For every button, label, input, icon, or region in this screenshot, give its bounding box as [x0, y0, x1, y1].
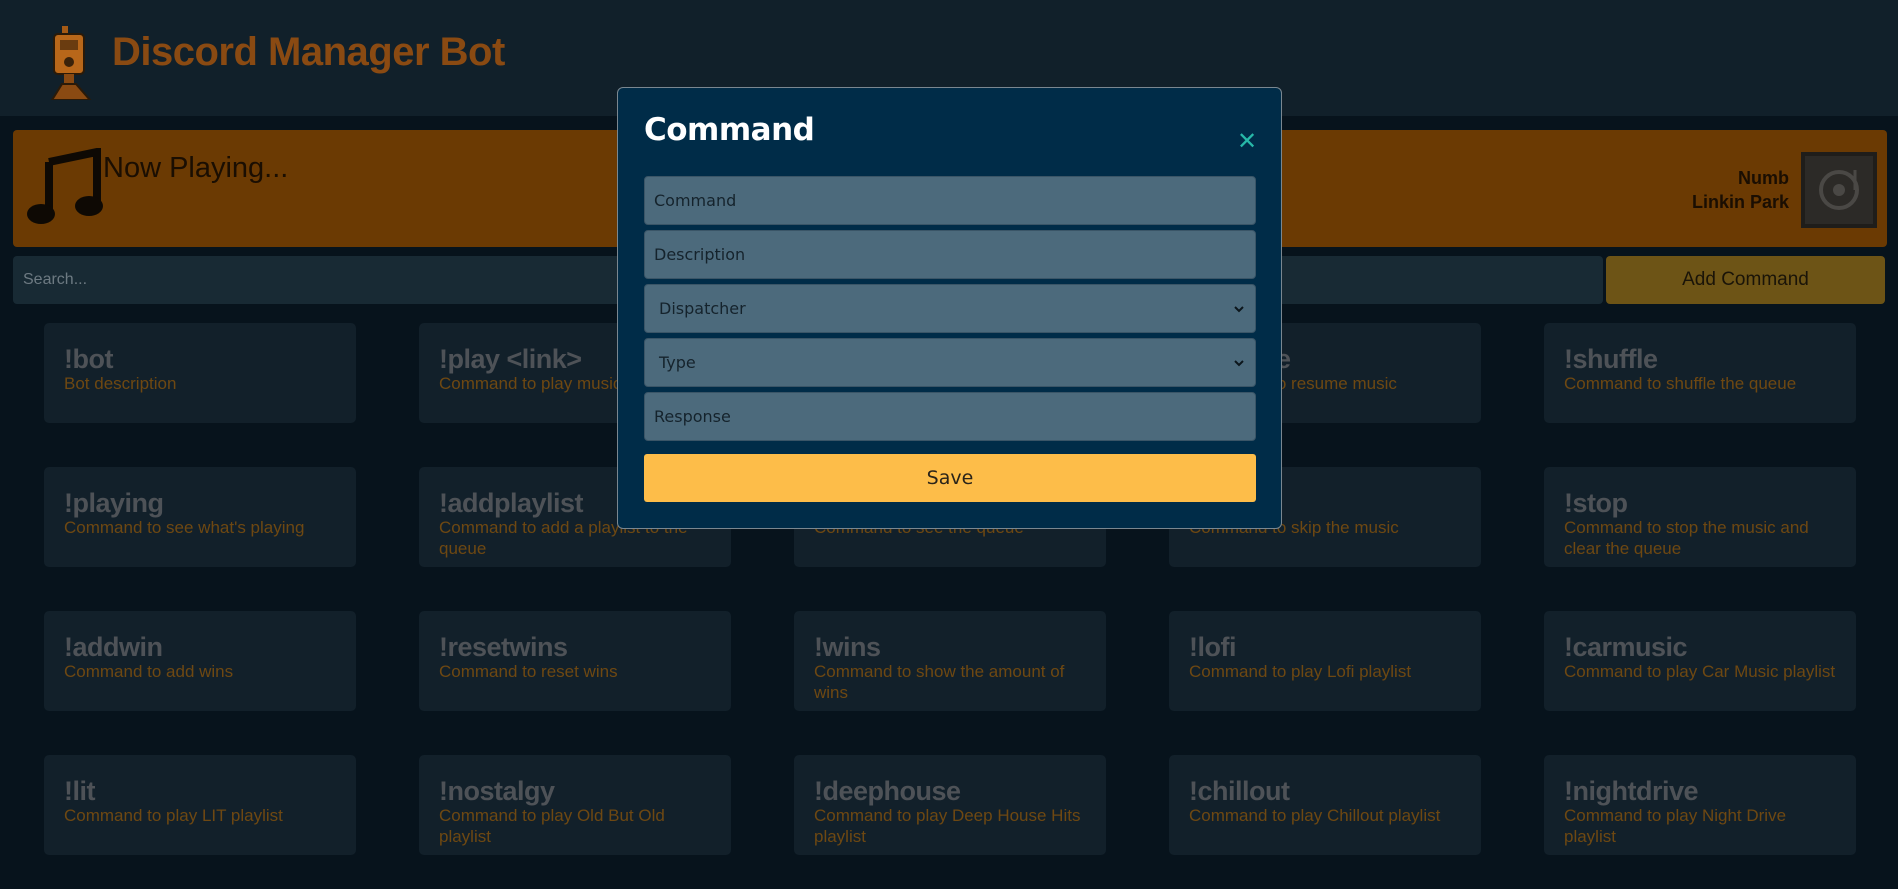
description-input[interactable] — [644, 230, 1256, 279]
close-icon[interactable]: ✕ — [1236, 129, 1258, 153]
command-name: !addwin — [64, 632, 163, 662]
command-card[interactable]: !stop Command to stop the music and clear… — [1544, 467, 1856, 567]
command-name: !nightdrive — [1564, 776, 1699, 806]
command-modal: Command ✕ Dispatcher Type Save — [617, 87, 1282, 529]
command-name: !lofi — [1189, 632, 1236, 662]
type-select[interactable]: Type — [644, 338, 1256, 387]
command-name: !lit — [64, 776, 96, 806]
command-name: !deephouse — [814, 776, 961, 806]
dispatcher-select[interactable]: Dispatcher — [644, 284, 1256, 333]
command-description: Command to add wins — [64, 662, 234, 681]
command-name: !stop — [1564, 488, 1628, 518]
track-title: Numb — [1738, 168, 1789, 188]
now-playing-label: Now Playing... — [103, 152, 289, 184]
command-card[interactable]: !playing Command to see what's playing — [44, 467, 356, 567]
chevron-down-icon — [1234, 306, 1244, 313]
dispatcher-select-value: Dispatcher — [659, 299, 746, 318]
command-description: Bot description — [64, 374, 177, 393]
command-description: Command to play LIT playlist — [64, 806, 283, 825]
app-title: Discord Manager Bot — [112, 30, 505, 74]
type-select-value: Type — [659, 353, 696, 372]
command-card[interactable]: !bot Bot description — [44, 323, 356, 423]
bot-logo-icon — [50, 26, 92, 100]
command-description: Command to play Chillout playlist — [1189, 806, 1441, 825]
command-description: Command to reset wins — [439, 662, 618, 681]
command-card[interactable]: !resetwins Command to reset wins — [419, 611, 731, 711]
command-name: !wins — [814, 632, 881, 662]
command-description: Command to play Old But Old playlist — [439, 806, 665, 846]
command-description: Command to stop the music and clear the … — [1564, 518, 1809, 558]
command-description: Command to play Car Music playlist — [1564, 662, 1836, 681]
command-description: Command to play Night Drive playlist — [1564, 806, 1787, 846]
command-card[interactable]: !nightdrive Command to play Night Drive p… — [1544, 755, 1856, 855]
command-card[interactable]: !deephouse Command to play Deep House Hit… — [794, 755, 1106, 855]
command-card[interactable]: !addwin Command to add wins — [44, 611, 356, 711]
command-name: !nostalgy — [439, 776, 555, 806]
command-card[interactable]: !carmusic Command to play Car Music playl… — [1544, 611, 1856, 711]
command-name: !chillout — [1189, 776, 1290, 806]
command-card[interactable]: !nostalgy Command to play Old But Old pla… — [419, 755, 731, 855]
command-input[interactable] — [644, 176, 1256, 225]
add-command-button[interactable]: Add Command — [1606, 256, 1885, 304]
track-info: Numb Linkin Park — [1692, 166, 1789, 214]
command-description: Command to shuffle the queue — [1564, 374, 1797, 393]
command-description: Command to show the amount of wins — [814, 662, 1065, 702]
command-card[interactable]: !shuffle Command to shuffle the queue — [1544, 323, 1856, 423]
vinyl-icon — [1819, 170, 1859, 210]
command-card[interactable]: !wins Command to show the amount of wins — [794, 611, 1106, 711]
command-card[interactable]: !chillout Command to play Chillout playli… — [1169, 755, 1481, 855]
save-button[interactable]: Save — [644, 454, 1256, 502]
music-note-icon — [27, 148, 103, 224]
command-card[interactable]: !lofi Command to play Lofi playlist — [1169, 611, 1481, 711]
command-description: Command to play Lofi playlist — [1189, 662, 1412, 681]
command-description: Command to play Deep House Hits playlist — [814, 806, 1081, 846]
command-name: !bot — [64, 344, 113, 374]
command-name: !resetwins — [439, 632, 568, 662]
command-card[interactable]: !lit Command to play LIT playlist — [44, 755, 356, 855]
album-art — [1801, 152, 1877, 228]
response-input[interactable] — [644, 392, 1256, 441]
command-name: !carmusic — [1564, 632, 1688, 662]
chevron-down-icon — [1234, 360, 1244, 367]
command-description: Command to see what's playing — [64, 518, 305, 537]
track-artist: Linkin Park — [1691, 192, 1789, 212]
modal-title: Command — [644, 112, 815, 148]
command-name: !shuffle — [1564, 344, 1658, 374]
command-name: !playing — [64, 488, 164, 518]
